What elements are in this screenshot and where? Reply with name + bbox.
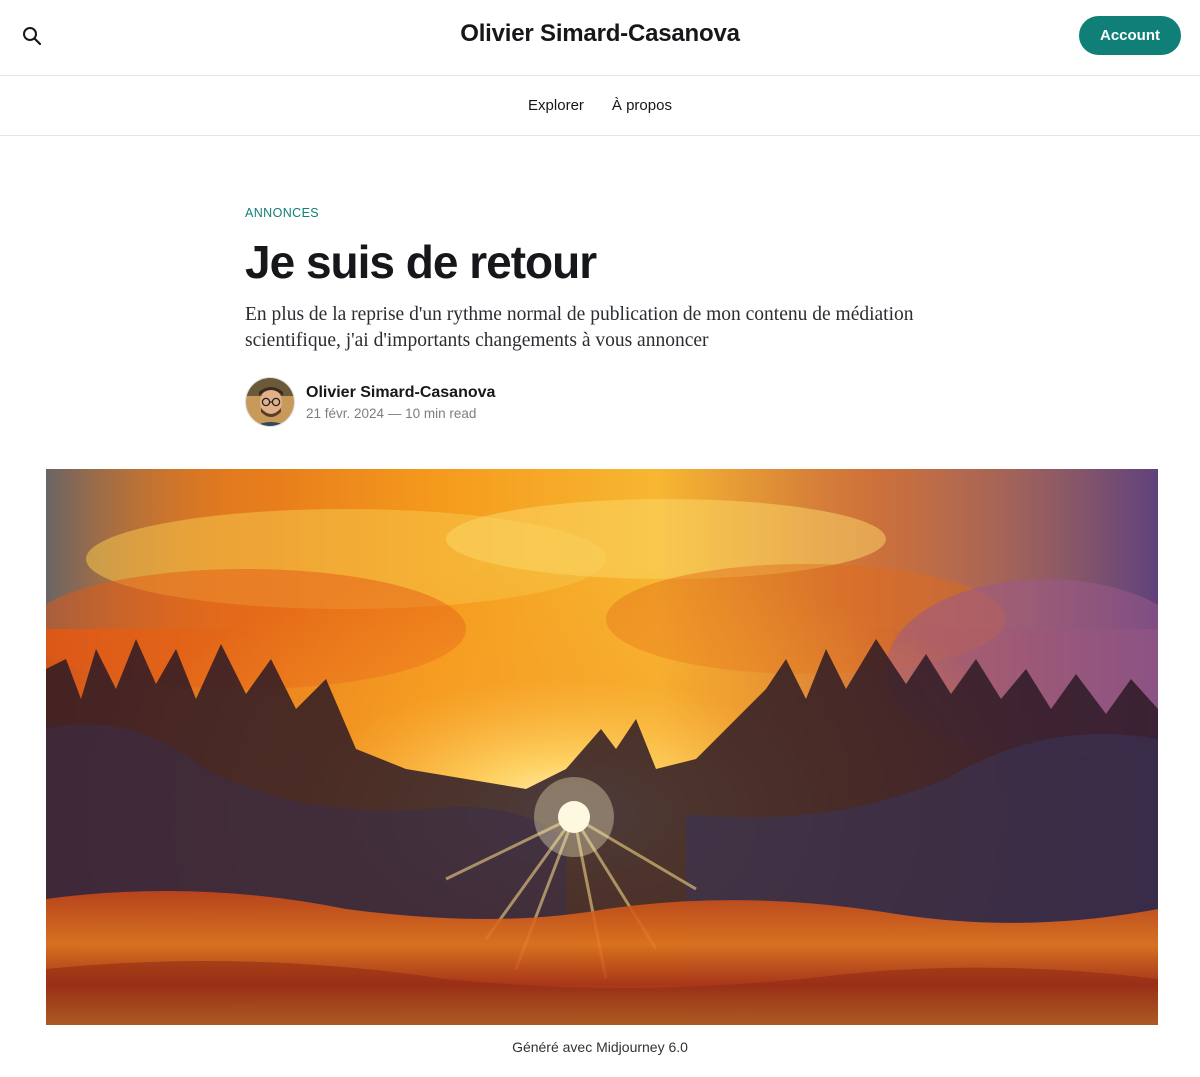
article-header: ANNONCES Je suis de retour En plus de la… [245, 206, 965, 354]
author-photo [246, 378, 294, 426]
author-avatar[interactable] [245, 377, 295, 427]
meta-separator: — [387, 405, 402, 421]
site-header: Olivier Simard-Casanova Account [0, 0, 1200, 76]
article-byline: Olivier Simard-Casanova 21 févr. 2024 — … [245, 376, 495, 428]
account-button[interactable]: Account [1079, 16, 1181, 55]
image-caption: Généré avec Midjourney 6.0 [512, 1039, 688, 1055]
nav-item-explorer[interactable]: Explorer [528, 97, 584, 114]
article-tag[interactable]: ANNONCES [245, 206, 965, 220]
author-name[interactable]: Olivier Simard-Casanova [306, 384, 495, 402]
read-time: 10 min read [405, 405, 477, 421]
main-nav: Explorer À propos [0, 76, 1200, 136]
nav-item-a-propos[interactable]: À propos [612, 97, 672, 114]
feature-image [46, 469, 1158, 1025]
sunset-forest-illustration [46, 469, 1158, 1025]
publish-date: 21 févr. 2024 [306, 405, 385, 421]
article-meta: 21 févr. 2024 — 10 min read [306, 406, 495, 421]
article-title: Je suis de retour [245, 236, 597, 288]
article-excerpt: En plus de la reprise d'un rythme normal… [245, 304, 914, 351]
site-title-link[interactable]: Olivier Simard-Casanova [460, 20, 740, 47]
site-title: Olivier Simard-Casanova [0, 20, 1200, 48]
byline-text: Olivier Simard-Casanova 21 févr. 2024 — … [306, 384, 495, 421]
